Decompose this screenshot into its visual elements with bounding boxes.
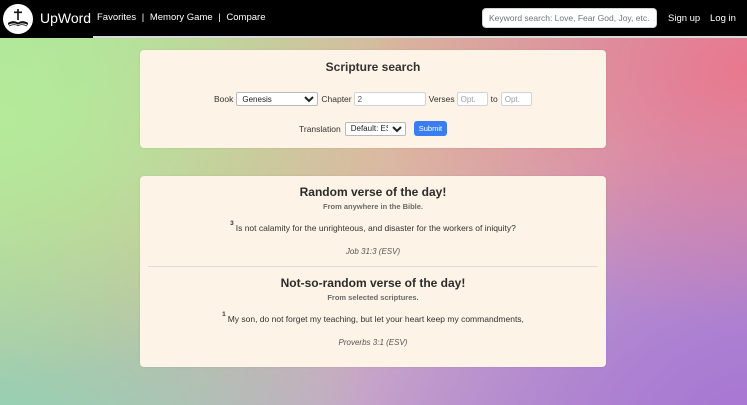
to-label: to: [490, 94, 498, 104]
translation-label: Translation: [299, 123, 341, 134]
verses-label: Verses: [428, 94, 455, 104]
login-link[interactable]: Log in: [710, 13, 736, 24]
random-verse-subtitle: From anywhere in the Bible.: [322, 202, 424, 211]
chapter-input[interactable]: [353, 92, 426, 106]
selected-verse-number: 1: [222, 311, 226, 318]
scripture-search-title: Scripture search: [325, 60, 421, 74]
keyword-search-input[interactable]: [482, 8, 657, 28]
translation-select[interactable]: Default: ESV: [344, 121, 406, 136]
verse-divider: [148, 266, 598, 267]
selected-verse-title: Not-so-random verse of the day!: [280, 276, 466, 290]
random-verse-number: 3: [230, 220, 234, 227]
verse-to-input[interactable]: [500, 92, 532, 106]
logo-icon[interactable]: [3, 4, 33, 34]
random-verse-title: Random verse of the day!: [299, 185, 447, 199]
signup-link[interactable]: Sign up: [668, 13, 700, 24]
book-select[interactable]: Genesis: [236, 92, 319, 106]
submit-button[interactable]: Submit: [413, 121, 448, 136]
selected-verse-text-line: 1 My son, do not forget my teaching, but …: [140, 311, 606, 324]
book-label: Book: [214, 94, 234, 104]
verse-from-input[interactable]: [456, 92, 488, 106]
nav-links: Favorites | Memory Game | Compare: [97, 12, 265, 23]
random-verse-reference: Job 31:3 (ESV): [345, 247, 401, 256]
random-verse-text-line: 3 Is not calamity for the unrighteous, an…: [140, 220, 606, 233]
scripture-search-card: Scripture search Book Genesis Chapter Ve…: [140, 50, 606, 148]
nav-separator: |: [218, 12, 221, 23]
nav-separator: |: [141, 12, 145, 23]
nav-link-favorites[interactable]: Favorites: [97, 12, 136, 23]
verse-of-the-day-card: Random verse of the day! From anywhere i…: [140, 176, 606, 367]
selected-verse-text: My son, do not forget my teaching, but l…: [227, 314, 524, 324]
brand-name[interactable]: UpWord: [40, 10, 91, 26]
nav-link-compare[interactable]: Compare: [226, 12, 265, 23]
selected-verse-subtitle: From selected scriptures.: [327, 293, 419, 302]
navbar-divider: [93, 36, 747, 38]
top-navbar: UpWord Favorites | Memory Game | Compare…: [0, 0, 747, 38]
scripture-search-row: Book Genesis Chapter Verses to: [214, 92, 532, 106]
chapter-label: Chapter: [321, 94, 352, 104]
translation-row: Translation Default: ESV Submit: [299, 121, 448, 136]
random-verse-text: Is not calamity for the unrighteous, and…: [235, 223, 516, 233]
nav-link-memory-game[interactable]: Memory Game: [150, 12, 213, 23]
selected-verse-reference: Proverbs 3:1 (ESV): [338, 338, 408, 347]
